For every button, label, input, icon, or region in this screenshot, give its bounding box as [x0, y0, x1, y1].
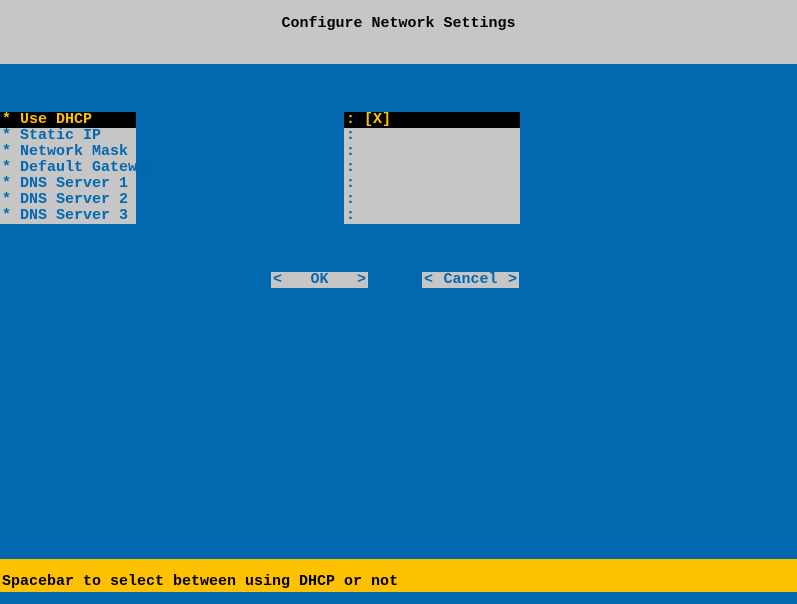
- chevron-right-icon: >: [357, 272, 366, 288]
- menu-prefix: *: [2, 143, 11, 160]
- status-bar: Spacebar to select between using DHCP or…: [0, 559, 797, 592]
- value-item-dns-server-3[interactable]: :: [344, 208, 520, 224]
- value-text: [X]: [364, 111, 391, 128]
- value-prefix: :: [346, 111, 355, 128]
- menu-prefix: *: [2, 207, 11, 224]
- menu-item-static-ip[interactable]: * Static IP: [0, 128, 136, 144]
- value-item-static-ip[interactable]: :: [344, 128, 520, 144]
- chevron-right-icon: >: [508, 272, 517, 288]
- cancel-button[interactable]: < Cancel >: [422, 272, 519, 288]
- cancel-button-label: Cancel: [443, 271, 497, 288]
- settings-values: : [X] : : : : : :: [344, 112, 520, 224]
- value-item-dns-server-1[interactable]: :: [344, 176, 520, 192]
- status-text: Spacebar to select between using DHCP or…: [2, 573, 398, 590]
- value-item-default-gateway[interactable]: :: [344, 160, 520, 176]
- menu-label: Static IP: [20, 127, 101, 144]
- menu-prefix: *: [2, 159, 11, 176]
- header: Configure Network Settings: [0, 0, 797, 64]
- menu-item-dns-server-3[interactable]: * DNS Server 3: [0, 208, 136, 224]
- menu-label: DNS Server 1: [20, 175, 128, 192]
- menu-prefix: *: [2, 111, 11, 128]
- value-prefix: :: [346, 127, 355, 144]
- menu-item-dns-server-2[interactable]: * DNS Server 2: [0, 192, 136, 208]
- menu-label: DNS Server 3: [20, 207, 128, 224]
- menu-prefix: *: [2, 127, 11, 144]
- menu-item-network-mask[interactable]: * Network Mask: [0, 144, 136, 160]
- menu-label: Use DHCP: [20, 111, 92, 128]
- value-prefix: :: [346, 159, 355, 176]
- chevron-left-icon: <: [273, 272, 282, 288]
- menu-item-default-gateway[interactable]: * Default Gateway: [0, 160, 136, 176]
- value-prefix: :: [346, 143, 355, 160]
- page-title: Configure Network Settings: [281, 15, 515, 32]
- value-item-dns-server-2[interactable]: :: [344, 192, 520, 208]
- value-item-use-dhcp[interactable]: : [X]: [344, 112, 520, 128]
- ok-button[interactable]: < OK >: [271, 272, 368, 288]
- menu-label: DNS Server 2: [20, 191, 128, 208]
- menu-prefix: *: [2, 191, 11, 208]
- chevron-left-icon: <: [424, 272, 433, 288]
- value-prefix: :: [346, 175, 355, 192]
- settings-menu: * Use DHCP * Static IP * Network Mask * …: [0, 112, 136, 224]
- menu-item-dns-server-1[interactable]: * DNS Server 1: [0, 176, 136, 192]
- value-prefix: :: [346, 207, 355, 224]
- menu-label: Network Mask: [20, 143, 128, 160]
- value-prefix: :: [346, 191, 355, 208]
- menu-label: Default Gateway: [20, 159, 155, 176]
- value-item-network-mask[interactable]: :: [344, 144, 520, 160]
- ok-button-label: OK: [310, 271, 328, 288]
- menu-prefix: *: [2, 175, 11, 192]
- menu-item-use-dhcp[interactable]: * Use DHCP: [0, 112, 136, 128]
